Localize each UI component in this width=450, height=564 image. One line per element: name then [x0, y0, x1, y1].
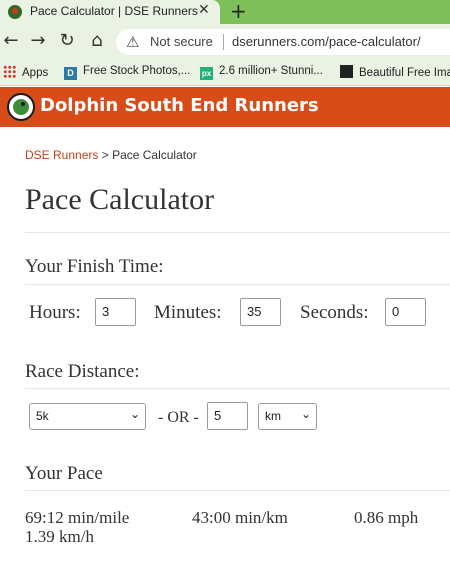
distance-preset-value: 5k	[36, 409, 49, 423]
minutes-label: Minutes:	[154, 302, 222, 323]
browser-toolbar: ← → ↻ ⌂ ⚠ Not secure dserunners.com/pace…	[0, 24, 450, 60]
bookmark-beautiful-free[interactable]: Beautiful Free Ima	[340, 65, 450, 79]
not-secure-label[interactable]: Not secure	[150, 34, 213, 49]
custom-distance-input[interactable]: 5	[207, 402, 248, 430]
chevron-down-icon: ⌄	[129, 407, 140, 421]
finish-time-heading: Your Finish Time:	[25, 256, 164, 277]
your-pace-divider	[25, 490, 450, 491]
seconds-input[interactable]: 0	[385, 298, 426, 326]
title-divider	[25, 232, 450, 233]
pace-kmh: 1.39 km/h	[25, 527, 94, 546]
chevron-down-icon: ⌄	[300, 407, 311, 421]
race-distance-divider	[25, 388, 450, 389]
dolphin-logo-icon[interactable]	[7, 93, 35, 121]
reload-icon[interactable]: ↻	[56, 30, 78, 51]
tab-strip: Pace Calculator | DSE Runners ✕ +	[0, 0, 450, 24]
bookmark-apps[interactable]: Apps	[3, 65, 48, 79]
seconds-label: Seconds:	[300, 302, 369, 323]
breadcrumb-current: Pace Calculator	[112, 148, 197, 162]
bookmark-icon	[340, 65, 353, 78]
new-tab-button[interactable]: +	[230, 0, 247, 23]
d-bookmark-icon: D	[64, 67, 77, 80]
breadcrumb-separator: >	[98, 148, 113, 162]
hours-label: Hours:	[29, 302, 81, 323]
address-divider	[223, 34, 224, 50]
distance-unit-select[interactable]: km ⌄	[258, 403, 317, 430]
hours-input[interactable]: 3	[95, 298, 136, 326]
warning-icon[interactable]: ⚠	[126, 33, 139, 51]
site-name[interactable]: Dolphin South End Runners	[40, 95, 319, 116]
page-title: Pace Calculator	[25, 183, 215, 216]
pace-min-per-mile: 69:12 min/mile	[25, 508, 130, 527]
or-label: - OR -	[158, 409, 199, 426]
url-text[interactable]: dserunners.com/pace-calculator/	[232, 34, 421, 49]
px-bookmark-icon: px	[200, 67, 213, 80]
tab-title: Pace Calculator | DSE Runners	[30, 4, 198, 18]
home-icon[interactable]: ⌂	[86, 30, 108, 51]
your-pace-heading: Your Pace	[25, 463, 103, 484]
bookmark-stunning[interactable]: px 2.6 million+ Stunni...	[200, 65, 323, 80]
minutes-input[interactable]: 35	[240, 298, 281, 326]
breadcrumb-home-link[interactable]: DSE Runners	[25, 148, 98, 162]
bookmark-free-stock-photos[interactable]: D Free Stock Photos,...	[64, 65, 190, 80]
browser-tab[interactable]: Pace Calculator | DSE Runners ✕	[0, 0, 220, 24]
site-header: Dolphin South End Runners	[0, 87, 450, 127]
address-bar[interactable]: ⚠ Not secure dserunners.com/pace-calcula…	[116, 29, 450, 55]
distance-preset-select[interactable]: 5k ⌄	[29, 403, 146, 430]
race-distance-heading: Race Distance:	[25, 361, 140, 382]
forward-arrow-icon[interactable]: →	[27, 30, 49, 51]
back-arrow-icon[interactable]: ←	[0, 30, 22, 51]
apps-grid-icon	[3, 65, 16, 78]
pace-min-per-km: 43:00 min/km	[192, 508, 288, 527]
tab-close-icon[interactable]: ✕	[198, 2, 210, 18]
bookmarks-bar: Apps D Free Stock Photos,... px 2.6 millio…	[0, 60, 450, 86]
distance-unit-value: km	[265, 409, 281, 423]
pace-mph: 0.86 mph	[354, 508, 419, 527]
finish-time-divider	[25, 284, 450, 285]
breadcrumb: DSE Runners > Pace Calculator	[25, 148, 197, 162]
site-favicon-icon	[8, 5, 22, 19]
